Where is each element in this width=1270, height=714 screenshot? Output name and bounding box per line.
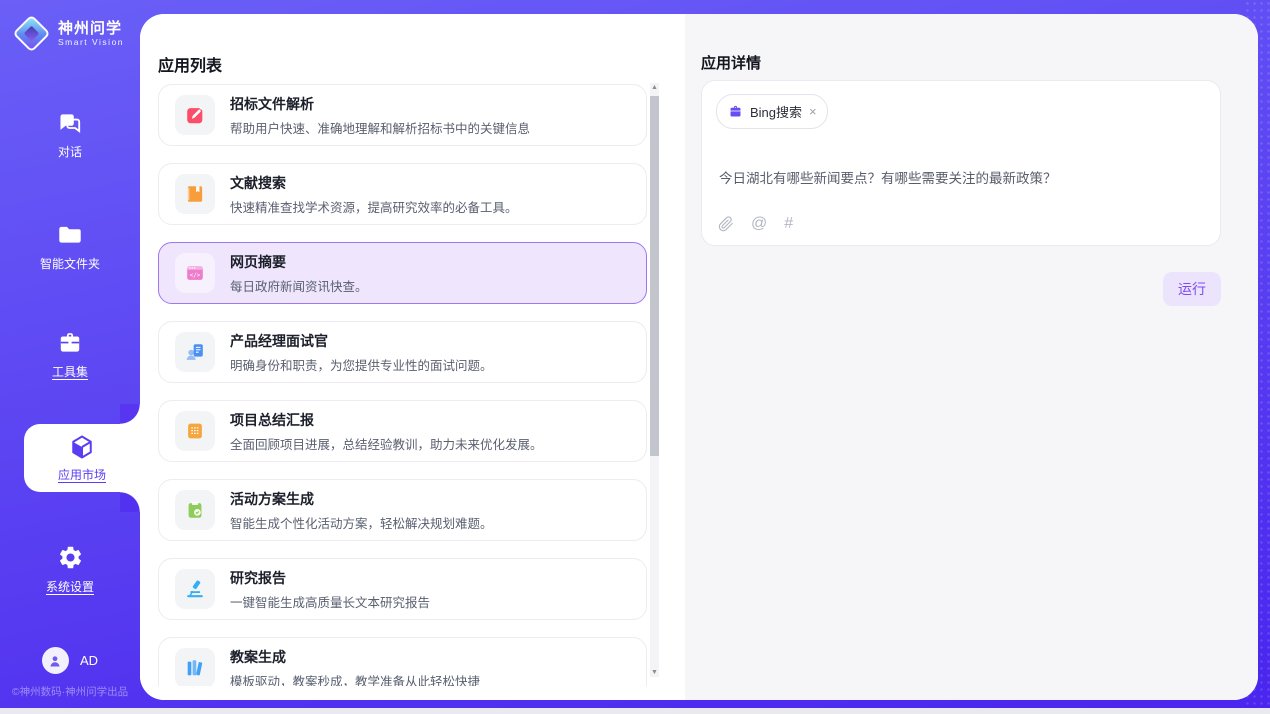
app-card-literature-search[interactable]: 文献搜索 快速精准查找学术资源，提高研究效率的必备工具。 — [158, 163, 647, 225]
user-initials: AD — [80, 653, 98, 668]
app-list-panel: 应用列表 招标文件解析 帮助用户快速、准确地理解和解析招标书中的关键信息 — [140, 14, 685, 700]
tool-chip-bing-search[interactable]: Bing搜索 × — [716, 94, 828, 129]
avatar — [42, 647, 69, 674]
app-frame: 神州问学 Smart Vision 对话 智能文件夹 工具集 — [0, 0, 1270, 708]
app-card-desc: 智能生成个性化活动方案，轻松解决规划难题。 — [230, 513, 493, 532]
scrollbar-thumb[interactable] — [650, 96, 659, 456]
run-row: 运行 — [701, 272, 1221, 306]
active-tab-bottom-curve — [120, 492, 140, 512]
sidebar-item-label: 系统设置 — [0, 578, 140, 595]
prompt-toolbar: @ # — [718, 216, 793, 232]
toolbox-icon — [57, 330, 83, 356]
interviewer-icon — [175, 332, 215, 372]
mention-icon[interactable]: @ — [751, 216, 767, 232]
app-detail-panel: 应用详情 Bing搜索 × 今日湖北有哪些新闻要点？有哪些需要关注的最新政策？ … — [685, 14, 1258, 700]
app-card-desc: 全面回顾项目进展，总结经验教训，助力未来优化发展。 — [230, 434, 543, 453]
sidebar-item-settings[interactable]: 系统设置 — [0, 544, 140, 595]
app-card-title: 项目总结汇报 — [230, 410, 543, 430]
app-card-lesson-plan[interactable]: 教案生成 模板驱动，教案秒成，教学准备从此轻松快捷 — [158, 637, 647, 686]
books-icon — [175, 648, 215, 686]
tool-chip-label: Bing搜索 — [750, 102, 802, 121]
sidebar-item-chat[interactable]: 对话 — [0, 110, 140, 160]
folder-icon — [57, 222, 83, 248]
attachment-icon[interactable] — [718, 216, 734, 232]
run-button[interactable]: 运行 — [1163, 272, 1221, 306]
app-card-title: 文献搜索 — [230, 173, 518, 193]
scrollbar-down-arrow-icon[interactable]: ▼ — [650, 669, 659, 676]
app-card-title: 研究报告 — [230, 568, 430, 588]
chip-close-icon[interactable]: × — [809, 105, 817, 118]
prompt-text[interactable]: 今日湖北有哪些新闻要点？有哪些需要关注的最新政策？ — [719, 167, 1204, 187]
active-tab-top-curve — [120, 404, 140, 424]
copyright-text: ©神州数码·神州问学出品 — [0, 684, 140, 699]
clipboard-check-icon — [175, 490, 215, 530]
book-icon — [175, 174, 215, 214]
briefcase-icon — [728, 104, 743, 119]
app-list-title: 应用列表 — [158, 52, 222, 76]
app-list: 招标文件解析 帮助用户快速、准确地理解和解析招标书中的关键信息 文献搜索 — [158, 84, 647, 686]
app-card-title: 招标文件解析 — [230, 94, 530, 114]
app-card-title: 活动方案生成 — [230, 489, 493, 509]
app-card-webpage-summary[interactable]: </> 网页摘要 每日政府新闻资讯快查。 — [158, 242, 647, 304]
main-panel: 应用列表 招标文件解析 帮助用户快速、准确地理解和解析招标书中的关键信息 — [140, 14, 1258, 700]
app-card-desc: 每日政府新闻资讯快查。 — [230, 276, 368, 295]
app-card-title: 教案生成 — [230, 647, 480, 667]
gear-icon — [57, 544, 84, 571]
app-card-research-report[interactable]: 研究报告 一键智能生成高质量长文本研究报告 — [158, 558, 647, 620]
brand-logo: 神州问学 Smart Vision — [14, 16, 124, 51]
sidebar-item-label: 工具集 — [0, 363, 140, 380]
sidebar-item-label: 智能文件夹 — [0, 255, 140, 272]
app-card-desc: 一键智能生成高质量长文本研究报告 — [230, 592, 430, 611]
sidebar: 神州问学 Smart Vision 对话 智能文件夹 工具集 — [0, 0, 140, 708]
hash-icon[interactable]: # — [784, 216, 793, 232]
sidebar-item-app-market[interactable]: 应用市场 — [24, 424, 140, 492]
user-account[interactable]: AD — [0, 647, 140, 674]
sidebar-item-toolset[interactable]: 工具集 — [0, 330, 140, 380]
app-card-desc: 帮助用户快速、准确地理解和解析招标书中的关键信息 — [230, 118, 530, 137]
brand-diamond-icon — [12, 14, 50, 52]
app-card-title: 产品经理面试官 — [230, 331, 493, 351]
app-card-desc: 快速精准查找学术资源，提高研究效率的必备工具。 — [230, 197, 518, 216]
brand-tagline: Smart Vision — [58, 37, 124, 47]
brand-name: 神州问学 — [58, 20, 124, 37]
app-card-desc: 模板驱动，教案秒成，教学准备从此轻松快捷 — [230, 671, 480, 687]
app-card-pm-interviewer[interactable]: 产品经理面试官 明确身份和职责，为您提供专业性的面试问题。 — [158, 321, 647, 383]
microscope-icon — [175, 569, 215, 609]
prompt-input-card[interactable]: Bing搜索 × 今日湖北有哪些新闻要点？有哪些需要关注的最新政策？ @ # — [701, 80, 1221, 246]
app-list-scrollbar[interactable]: ▲ ▼ — [650, 83, 659, 677]
cube-icon — [68, 433, 96, 461]
app-card-title: 网页摘要 — [230, 252, 368, 272]
sidebar-item-smart-folder[interactable]: 智能文件夹 — [0, 222, 140, 272]
sidebar-item-label: 应用市场 — [24, 466, 140, 483]
chat-icon — [57, 110, 83, 136]
svg-text:</>: </> — [190, 272, 201, 279]
edit-document-icon — [175, 95, 215, 135]
scrollbar-up-arrow-icon[interactable]: ▲ — [650, 84, 659, 91]
person-icon — [47, 653, 63, 669]
app-card-event-plan[interactable]: 活动方案生成 智能生成个性化活动方案，轻松解决规划难题。 — [158, 479, 647, 541]
webpage-code-icon: </> — [175, 253, 215, 293]
app-card-project-summary[interactable]: 项目总结汇报 全面回顾项目进展，总结经验教训，助力未来优化发展。 — [158, 400, 647, 462]
app-card-desc: 明确身份和职责，为您提供专业性的面试问题。 — [230, 355, 493, 374]
app-detail-title: 应用详情 — [701, 52, 761, 73]
app-card-bid-document-parse[interactable]: 招标文件解析 帮助用户快速、准确地理解和解析招标书中的关键信息 — [158, 84, 647, 146]
report-note-icon — [175, 411, 215, 451]
sidebar-item-label: 对话 — [0, 143, 140, 160]
